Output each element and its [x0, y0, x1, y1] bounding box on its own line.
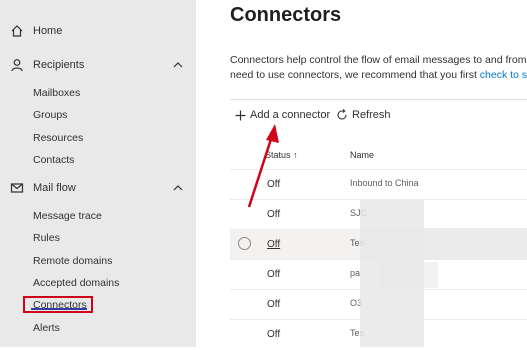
connectors-highlight-annotation: [23, 296, 93, 313]
command-bar-divider: [230, 99, 527, 100]
column-header-status[interactable]: Status ↑: [265, 150, 298, 160]
add-connector-button[interactable]: Add a connector: [235, 106, 330, 124]
person-icon: [11, 59, 23, 72]
nav-message-trace[interactable]: Message trace: [0, 206, 196, 226]
nav-rules[interactable]: Rules: [0, 228, 196, 248]
refresh-icon: [337, 109, 347, 120]
sidebar: Home Recipients Mailboxes Groups Resourc…: [0, 0, 196, 347]
nav-alerts-label: Alerts: [33, 322, 60, 334]
row-name: Inbound to China: [350, 178, 419, 188]
nav-alerts[interactable]: Alerts: [0, 318, 196, 338]
nav-remote-domains[interactable]: Remote domains: [0, 251, 196, 271]
column-header-name[interactable]: Name: [350, 150, 374, 160]
row-status: Off: [267, 209, 281, 220]
row-status: Off: [267, 329, 281, 340]
sort-ascending-icon: ↑: [293, 150, 298, 160]
description-line-2-text: need to use connectors, we recommend tha…: [230, 69, 480, 81]
nav-mail-flow[interactable]: Mail flow: [0, 177, 196, 199]
row-status: Off: [267, 239, 281, 250]
nav-accepted-domains-label: Accepted domains: [33, 277, 120, 289]
chevron-up-icon[interactable]: [172, 183, 184, 193]
row-name: pa: [350, 268, 361, 278]
status-header-label: Status: [265, 150, 291, 160]
refresh-button[interactable]: Refresh: [336, 106, 391, 124]
redaction-blur: [404, 228, 527, 260]
nav-contacts-label: Contacts: [33, 154, 75, 166]
row-select-radio[interactable]: [238, 237, 251, 250]
table-row[interactable]: Off Inbound to China: [230, 169, 527, 200]
nav-recipients-label: Recipients: [33, 59, 85, 71]
row-status: Off: [267, 179, 281, 190]
nav-resources-label: Resources: [33, 132, 84, 144]
nav-mailboxes-label: Mailboxes: [33, 87, 81, 99]
nav-home-label: Home: [33, 25, 63, 37]
nav-home[interactable]: Home: [0, 20, 196, 42]
nav-mailboxes[interactable]: Mailboxes: [0, 83, 196, 103]
redaction-blur: [378, 262, 438, 288]
nav-groups[interactable]: Groups: [0, 105, 196, 125]
nav-recipients[interactable]: Recipients: [0, 54, 196, 76]
description-line-2: need to use connectors, we recommend tha…: [230, 68, 527, 83]
nav-message-trace-label: Message trace: [33, 210, 102, 222]
refresh-label: Refresh: [352, 109, 391, 121]
nav-mail-flow-label: Mail flow: [33, 182, 76, 194]
row-status: Off: [267, 299, 281, 310]
chevron-up-icon[interactable]: [172, 60, 184, 70]
check-link[interactable]: check to see if: [480, 69, 527, 81]
page-description: Connectors help control the flow of emai…: [230, 53, 527, 83]
pane-divider: [196, 0, 208, 347]
plus-icon: [235, 110, 246, 120]
nav-rules-label: Rules: [33, 232, 60, 244]
mail-icon: [10, 183, 24, 193]
nav-accepted-domains[interactable]: Accepted domains: [0, 273, 196, 293]
add-connector-label: Add a connector: [250, 109, 331, 121]
main-content: Connectors Connectors help control the f…: [208, 0, 527, 347]
page-title: Connectors: [230, 4, 342, 26]
nav-resources[interactable]: Resources: [0, 128, 196, 148]
home-icon: [11, 25, 23, 37]
nav-groups-label: Groups: [33, 109, 68, 121]
nav-remote-domains-label: Remote domains: [33, 255, 113, 267]
selected-indicator: [31, 308, 87, 310]
description-line-1: Connectors help control the flow of emai…: [230, 54, 527, 66]
nav-contacts[interactable]: Contacts: [0, 150, 196, 170]
row-status: Off: [267, 269, 281, 280]
